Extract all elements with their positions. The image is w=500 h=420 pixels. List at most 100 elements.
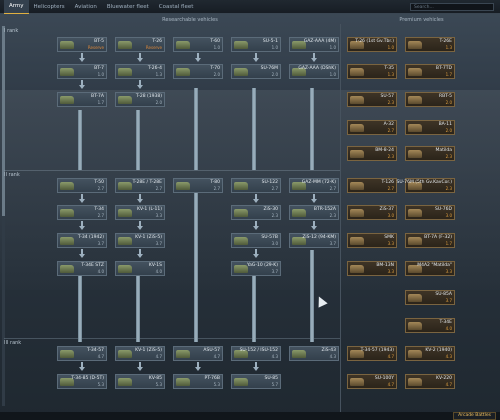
- premium-vehicle-card[interactable]: SU-76D 3.0: [405, 205, 455, 220]
- premium-vehicle-card[interactable]: SU-85A 3.7: [405, 290, 455, 305]
- premium-vehicle-card[interactable]: KV-2 (1940) 4.3: [405, 346, 455, 361]
- vehicle-card[interactable]: T-34-85 (D-5T) 5.3: [57, 374, 107, 389]
- vehicle-name: BT-5: [94, 39, 104, 44]
- vehicle-rating: 3.0: [445, 213, 452, 218]
- premium-vehicle-card[interactable]: M4A2 "Matilda" 3.3: [405, 261, 455, 276]
- vehicle-card[interactable]: T-60 1.0: [173, 37, 223, 52]
- vehicle-card[interactable]: GAZ-MM (72-K) 2.7: [289, 178, 339, 193]
- tank-icon: [408, 294, 422, 302]
- vehicle-card[interactable]: T-34E STZ 4.0: [57, 261, 107, 276]
- search-input[interactable]: Search...: [410, 3, 494, 11]
- vehicle-card[interactable]: SU-85 5.7: [231, 374, 281, 389]
- vehicle-card[interactable]: T-70 2.0: [173, 64, 223, 79]
- vehicle-name: T-34-57: [86, 348, 104, 353]
- tab-aviation[interactable]: Aviation: [70, 0, 102, 14]
- tab-army[interactable]: Army: [4, 0, 29, 14]
- vehicle-card[interactable]: T-28 (1938) 2.0: [115, 92, 165, 107]
- tank-icon: [118, 182, 132, 190]
- vehicle-card[interactable]: T-80 2.7: [173, 178, 223, 193]
- vehicle-rating: 2.3: [387, 154, 394, 159]
- tab-bluewater-fleet[interactable]: Bluewater fleet: [102, 0, 154, 14]
- vehicle-name: T-34 (1942): [77, 235, 104, 240]
- vehicle-name: T-34E STZ: [81, 263, 104, 268]
- vehicle-card[interactable]: ZiS-43 4.3: [289, 346, 339, 361]
- vehicle-card[interactable]: T-28E / T-28E 2.7: [115, 178, 165, 193]
- vehicle-card[interactable]: ZiS-12 (94-KM) 3.7: [289, 233, 339, 248]
- premium-vehicle-card[interactable]: A-32 2.7: [347, 120, 397, 135]
- premium-vehicle-card[interactable]: T-34E 4.0: [405, 318, 455, 333]
- tank-icon: [118, 350, 132, 358]
- vehicle-card[interactable]: T-26-4 1.3: [115, 64, 165, 79]
- vehicle-card[interactable]: SU-122 2.7: [231, 178, 281, 193]
- vehicle-rating: 3.3: [387, 241, 394, 246]
- vehicle-card[interactable]: GAZ-AAA (4M) 1.0: [289, 37, 339, 52]
- tank-icon: [60, 96, 74, 104]
- premium-vehicle-card[interactable]: T-35 1.3: [347, 64, 397, 79]
- vehicle-name: SU-100Y: [374, 376, 394, 381]
- tree-arrow: [79, 221, 85, 230]
- premium-vehicle-card[interactable]: SMK 3.3: [347, 233, 397, 248]
- premium-vehicle-card[interactable]: SU-100Y 4.7: [347, 374, 397, 389]
- premium-vehicle-card[interactable]: ZiS-37 3.0: [347, 205, 397, 220]
- vehicle-card[interactable]: KV-1 (ZiS-5) 4.7: [115, 346, 165, 361]
- tab-coastal-fleet[interactable]: Coastal fleet: [154, 0, 199, 14]
- premium-vehicle-card[interactable]: SU-76M (5th Gv.KavCor.) 2.3: [396, 178, 455, 193]
- vehicle-rating: 4.7: [155, 354, 162, 359]
- vehicle-name: ZiS-37: [379, 207, 394, 212]
- vehicle-card[interactable]: KV-85 5.3: [115, 374, 165, 389]
- premium-vehicle-card[interactable]: T-26 (1st Gv.Tbr.) 1.0: [347, 37, 397, 52]
- tree-connector: [310, 88, 314, 170]
- vehicle-card[interactable]: SU-5-1 1.0: [231, 37, 281, 52]
- vehicle-card[interactable]: ZiS-30 2.3: [231, 205, 281, 220]
- vehicle-card[interactable]: SU-76M 2.0: [231, 64, 281, 79]
- premium-vehicle-card[interactable]: Matilda 2.3: [405, 146, 455, 161]
- vehicle-card[interactable]: KV-1 (ZiS-5) 3.7: [115, 233, 165, 248]
- vehicle-name: ZiS-12 (94-KM): [302, 235, 336, 240]
- vehicle-name: BT-7: [94, 66, 104, 71]
- vehicle-rating: 4.7: [387, 382, 394, 387]
- scroll-thumb[interactable]: [2, 26, 5, 216]
- premium-vehicle-card[interactable]: KV-220 4.7: [405, 374, 455, 389]
- scrollbar[interactable]: [2, 26, 5, 406]
- vehicle-card[interactable]: T-34 (1942) 3.7: [57, 233, 107, 248]
- vehicle-rating: 4.7: [445, 382, 452, 387]
- premium-vehicle-card[interactable]: BT-7TD 1.7: [405, 64, 455, 79]
- vehicle-card[interactable]: T-26 Reserve: [115, 37, 165, 52]
- tree-connector: [194, 88, 198, 170]
- vehicle-card[interactable]: KV-1 (L-11) 3.3: [115, 205, 165, 220]
- premium-vehicle-card[interactable]: BA-11 2.0: [405, 120, 455, 135]
- vehicle-card[interactable]: SU-152 / ISU-152 4.3: [231, 346, 281, 361]
- vehicle-name: T-80: [210, 180, 220, 185]
- tree-arrow: [253, 53, 259, 62]
- premium-vehicle-card[interactable]: BM-8-24 2.3: [347, 146, 397, 161]
- premium-vehicle-card[interactable]: T-26E 1.3: [405, 37, 455, 52]
- premium-vehicle-card[interactable]: BT-7A (F-32) 1.7: [405, 233, 455, 248]
- vehicle-card[interactable]: ASU-57 4.7: [173, 346, 223, 361]
- vehicle-card[interactable]: PT-76B 5.3: [173, 374, 223, 389]
- vehicle-card[interactable]: BTR-152A 2.3: [289, 205, 339, 220]
- vehicle-card[interactable]: KV-1S 4.0: [115, 261, 165, 276]
- tree-arrow: [79, 362, 85, 371]
- tank-icon: [408, 41, 422, 49]
- premium-vehicle-card[interactable]: T-34-57 (1943) 4.7: [347, 346, 397, 361]
- vehicle-card[interactable]: GAZ-AAA (DShK) 1.0: [289, 64, 339, 79]
- vehicle-card[interactable]: BT-7A 1.7: [57, 92, 107, 107]
- vehicle-card[interactable]: T-34-57 4.7: [57, 346, 107, 361]
- vehicle-rating: 1.0: [329, 45, 336, 50]
- vehicle-card[interactable]: T-50 2.7: [57, 178, 107, 193]
- vehicle-card[interactable]: BT-5 Reserve: [57, 37, 107, 52]
- tab-helicopters[interactable]: Helicopters: [29, 0, 70, 14]
- tree-connector: [252, 272, 256, 342]
- premium-vehicle-card[interactable]: T-126 2.7: [347, 178, 397, 193]
- vehicle-name: T-34: [94, 207, 104, 212]
- premium-vehicle-card[interactable]: SU-57 2.3: [347, 92, 397, 107]
- vehicle-card[interactable]: SU-57B 3.0: [231, 233, 281, 248]
- game-mode-button[interactable]: Arcade Battles: [453, 412, 496, 420]
- vehicle-card[interactable]: T-34 2.7: [57, 205, 107, 220]
- vehicle-rating: 1.3: [155, 72, 162, 77]
- vehicle-rating: 2.7: [97, 213, 104, 218]
- premium-vehicle-card[interactable]: RBT-5 2.0: [405, 92, 455, 107]
- vehicle-card[interactable]: BT-7 1.0: [57, 64, 107, 79]
- vehicle-card[interactable]: YaG-10 (29-K) 3.7: [231, 261, 281, 276]
- premium-vehicle-card[interactable]: BM-13N 3.3: [347, 261, 397, 276]
